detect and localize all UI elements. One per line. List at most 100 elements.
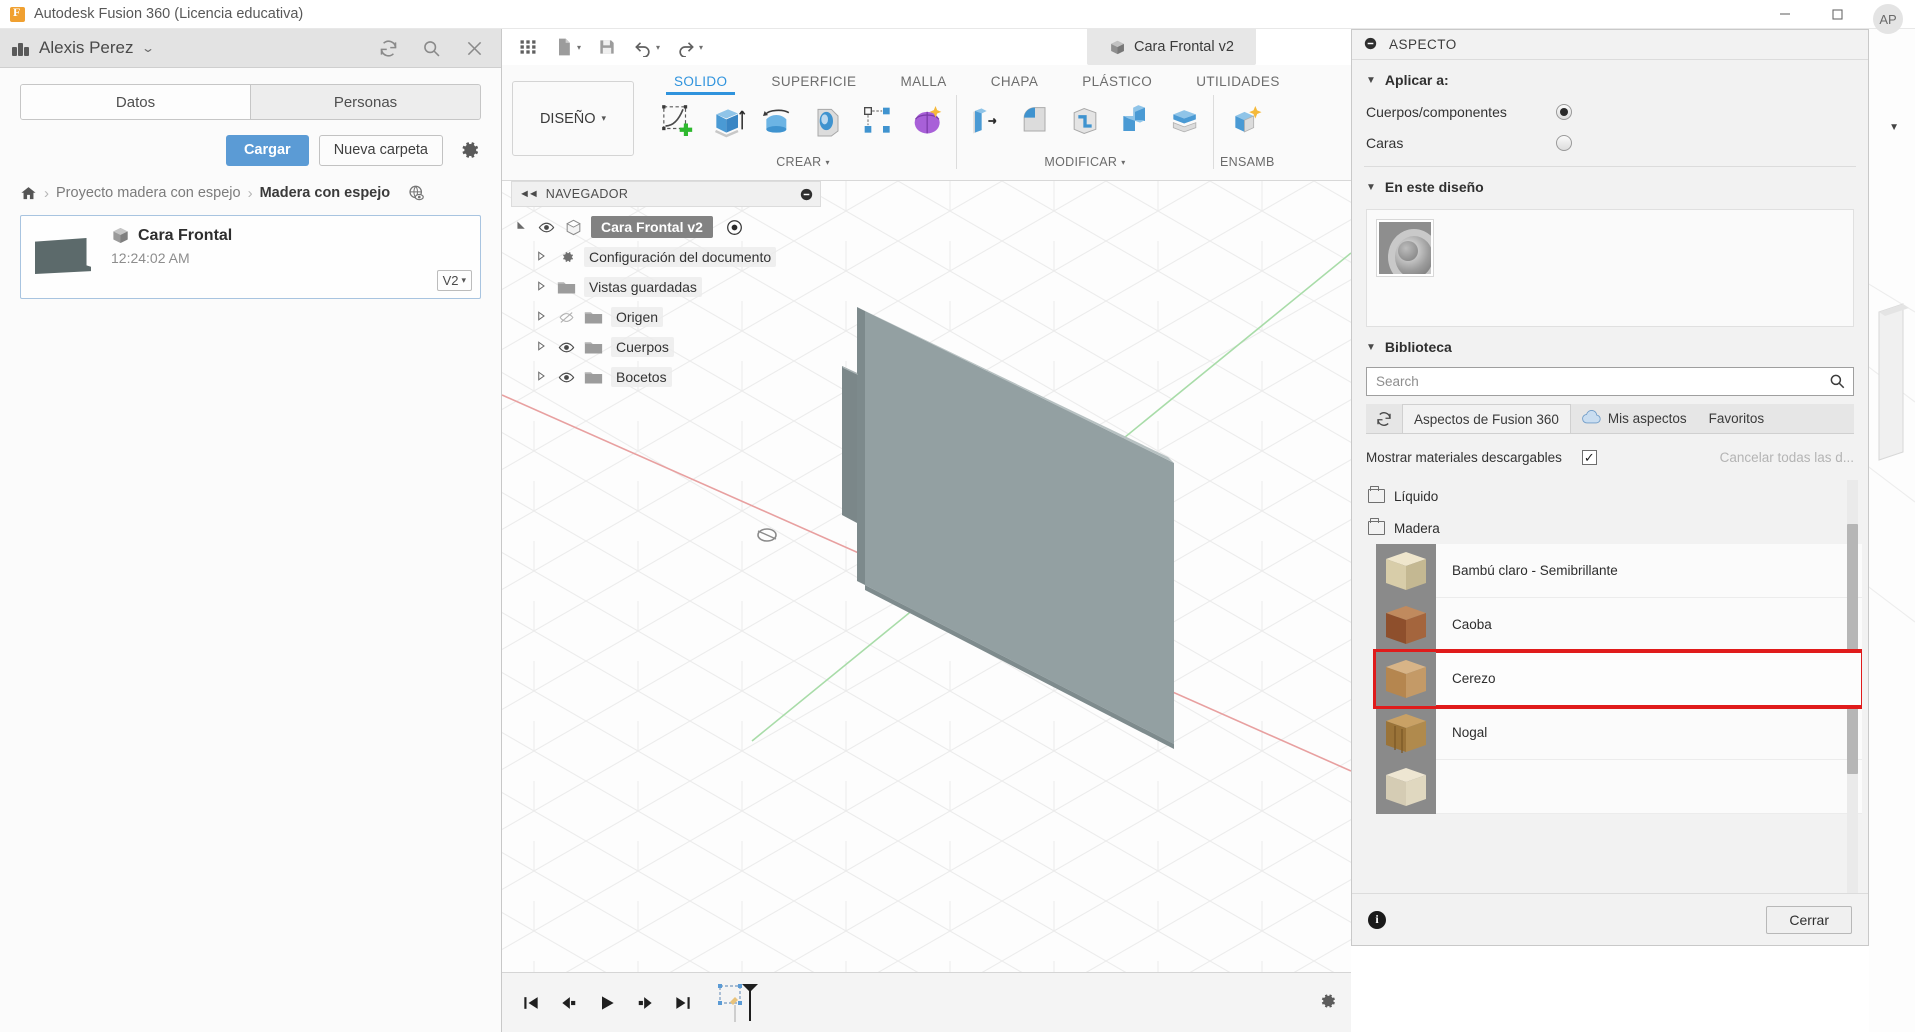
viewport-3d[interactable]: ◄◄ NAVEGADOR Cara Frontal v2 Configuraci… (502, 181, 1351, 1032)
cancel-downloads-label[interactable]: Cancelar todas las d... (1720, 450, 1854, 465)
material-row-cerezo[interactable]: Cerezo (1373, 649, 1862, 709)
upload-button[interactable]: Cargar (225, 134, 309, 166)
split-face-icon[interactable] (1163, 95, 1207, 147)
revolve-icon[interactable] (756, 95, 800, 147)
form-icon[interactable] (906, 95, 950, 147)
info-icon[interactable]: i (1368, 910, 1386, 929)
maximize-button[interactable] (1811, 0, 1863, 29)
tree-item-origin[interactable]: Origen (511, 302, 821, 332)
document-tab[interactable]: Cara Frontal v2 (1087, 29, 1256, 65)
tree-item-root[interactable]: Cara Frontal v2 (511, 212, 821, 242)
expand-twisty-icon[interactable] (513, 219, 529, 235)
in-this-design-section-header[interactable]: ▼ En este diseño (1352, 167, 1868, 203)
shell-icon[interactable] (1063, 95, 1107, 147)
new-component-icon[interactable] (1225, 95, 1269, 147)
tab-chapa[interactable]: CHAPA (969, 70, 1061, 95)
radio-bodies[interactable] (1556, 103, 1572, 120)
apply-to-section-header[interactable]: ▼ Aplicar a: (1352, 60, 1868, 96)
expand-twisty-icon[interactable] (533, 340, 549, 355)
tab-superficie[interactable]: SUPERFICIE (749, 70, 878, 95)
folder-row-liquido[interactable]: Líquido (1366, 480, 1862, 512)
undo-icon[interactable]: ▾ (625, 29, 668, 65)
go-to-end-icon[interactable] (666, 986, 700, 1020)
collapse-left-icon[interactable]: ◄◄ (519, 188, 539, 200)
new-file-icon[interactable]: ▾ (546, 29, 589, 65)
show-data-panel-icon[interactable] (510, 29, 546, 65)
press-pull-icon[interactable] (963, 95, 1007, 147)
tab-solido[interactable]: SOLIDO (652, 70, 749, 95)
tab-malla[interactable]: MALLA (878, 70, 968, 95)
home-icon[interactable] (20, 185, 37, 202)
create-sketch-icon[interactable] (656, 95, 700, 147)
material-row-nogal[interactable]: Nogal (1376, 705, 1862, 760)
extrude-icon[interactable] (706, 95, 750, 147)
workspace-selector[interactable]: DISEÑO ▾ (512, 81, 634, 156)
tab-fusion-aspects[interactable]: Aspectos de Fusion 360 (1402, 404, 1571, 433)
refresh-icon[interactable] (378, 38, 399, 59)
globe-visibility-icon[interactable] (407, 184, 426, 203)
fillet-icon[interactable] (1013, 95, 1057, 147)
search-icon[interactable] (421, 38, 442, 59)
combine-icon[interactable] (1113, 95, 1157, 147)
expand-twisty-icon[interactable] (533, 370, 549, 385)
play-icon[interactable] (590, 986, 624, 1020)
gear-icon[interactable] (459, 139, 481, 161)
show-downloadable-checkbox[interactable] (1581, 449, 1597, 465)
material-list-scrollbar-thumb[interactable] (1847, 524, 1858, 774)
new-folder-button[interactable]: Nueva carpeta (318, 134, 443, 166)
breadcrumb-item-current[interactable]: Madera con espejo (260, 185, 391, 201)
aspect-swatch[interactable] (1377, 220, 1433, 276)
tab-datos[interactable]: Datos (21, 85, 250, 119)
material-row-partial[interactable] (1376, 759, 1862, 814)
sketch-timeline-marker-icon[interactable] (718, 982, 762, 1024)
ribbon-group-label-ensamblar[interactable]: ENSAMB (1220, 155, 1275, 169)
file-card-cara-frontal[interactable]: Cara Frontal 12:24:02 AM V2 ▾ (20, 215, 481, 299)
tab-favorites[interactable]: Favoritos (1698, 404, 1776, 433)
library-section-header[interactable]: ▼ Biblioteca (1352, 327, 1868, 363)
search-icon[interactable] (1828, 372, 1846, 395)
chevron-down-icon[interactable]: ⌄ (141, 41, 155, 55)
tab-utilidades[interactable]: UTILIDADES (1174, 70, 1302, 95)
material-list[interactable]: Líquido Madera Bambú claro - Semibrillan… (1366, 480, 1862, 893)
search-input[interactable] (1366, 367, 1854, 396)
close-panel-button[interactable]: Cerrar (1766, 905, 1852, 934)
radio-faces[interactable] (1556, 134, 1572, 151)
breadcrumb-item-project[interactable]: Proyecto madera con espejo (56, 185, 241, 201)
minus-circle-icon[interactable] (1364, 37, 1377, 53)
step-back-icon[interactable] (552, 986, 586, 1020)
material-row-bambu[interactable]: Bambú claro - Semibrillante (1376, 543, 1862, 598)
tree-item-saved-views[interactable]: Vistas guardadas (511, 272, 821, 302)
tree-item-sketches[interactable]: Bocetos (511, 362, 821, 392)
close-icon[interactable] (464, 38, 485, 59)
avatar[interactable]: AP (1873, 4, 1903, 34)
pattern-icon[interactable] (856, 95, 900, 147)
minus-circle-icon[interactable] (800, 188, 813, 201)
material-row-caoba[interactable]: Caoba (1376, 597, 1862, 652)
radio-row-bodies[interactable]: Cuerpos/componentes (1352, 96, 1868, 127)
go-to-beginning-icon[interactable] (514, 986, 548, 1020)
tree-item-document-settings[interactable]: Configuración del documento (511, 242, 821, 272)
tab-plastico[interactable]: PLÁSTICO (1060, 70, 1174, 95)
version-badge[interactable]: V2 ▾ (436, 270, 472, 291)
redo-icon[interactable]: ▾ (668, 29, 711, 65)
save-icon[interactable] (589, 29, 625, 65)
expand-twisty-icon[interactable] (533, 280, 549, 295)
minimize-button[interactable] (1759, 0, 1811, 29)
tab-personas[interactable]: Personas (250, 85, 480, 119)
radio-row-faces[interactable]: Caras (1352, 127, 1868, 158)
activate-component-icon[interactable] (726, 219, 743, 236)
visibility-eye-icon[interactable] (556, 339, 576, 356)
sweep-icon[interactable] (806, 95, 850, 147)
visibility-eye-icon[interactable] (556, 369, 576, 386)
refresh-icon[interactable] (1366, 404, 1402, 433)
folder-row-madera[interactable]: Madera (1366, 512, 1862, 544)
chevron-down-icon[interactable]: ▼ (1889, 122, 1899, 133)
visibility-eye-off-icon[interactable] (556, 309, 576, 326)
expand-twisty-icon[interactable] (533, 250, 549, 265)
step-forward-icon[interactable] (628, 986, 662, 1020)
tree-item-bodies[interactable]: Cuerpos (511, 332, 821, 362)
ribbon-group-label-crear[interactable]: CREAR ▾ (776, 155, 830, 169)
ribbon-group-label-modificar[interactable]: MODIFICAR ▾ (1044, 155, 1125, 169)
visibility-eye-icon[interactable] (536, 219, 556, 236)
gear-icon[interactable] (1315, 989, 1339, 1018)
